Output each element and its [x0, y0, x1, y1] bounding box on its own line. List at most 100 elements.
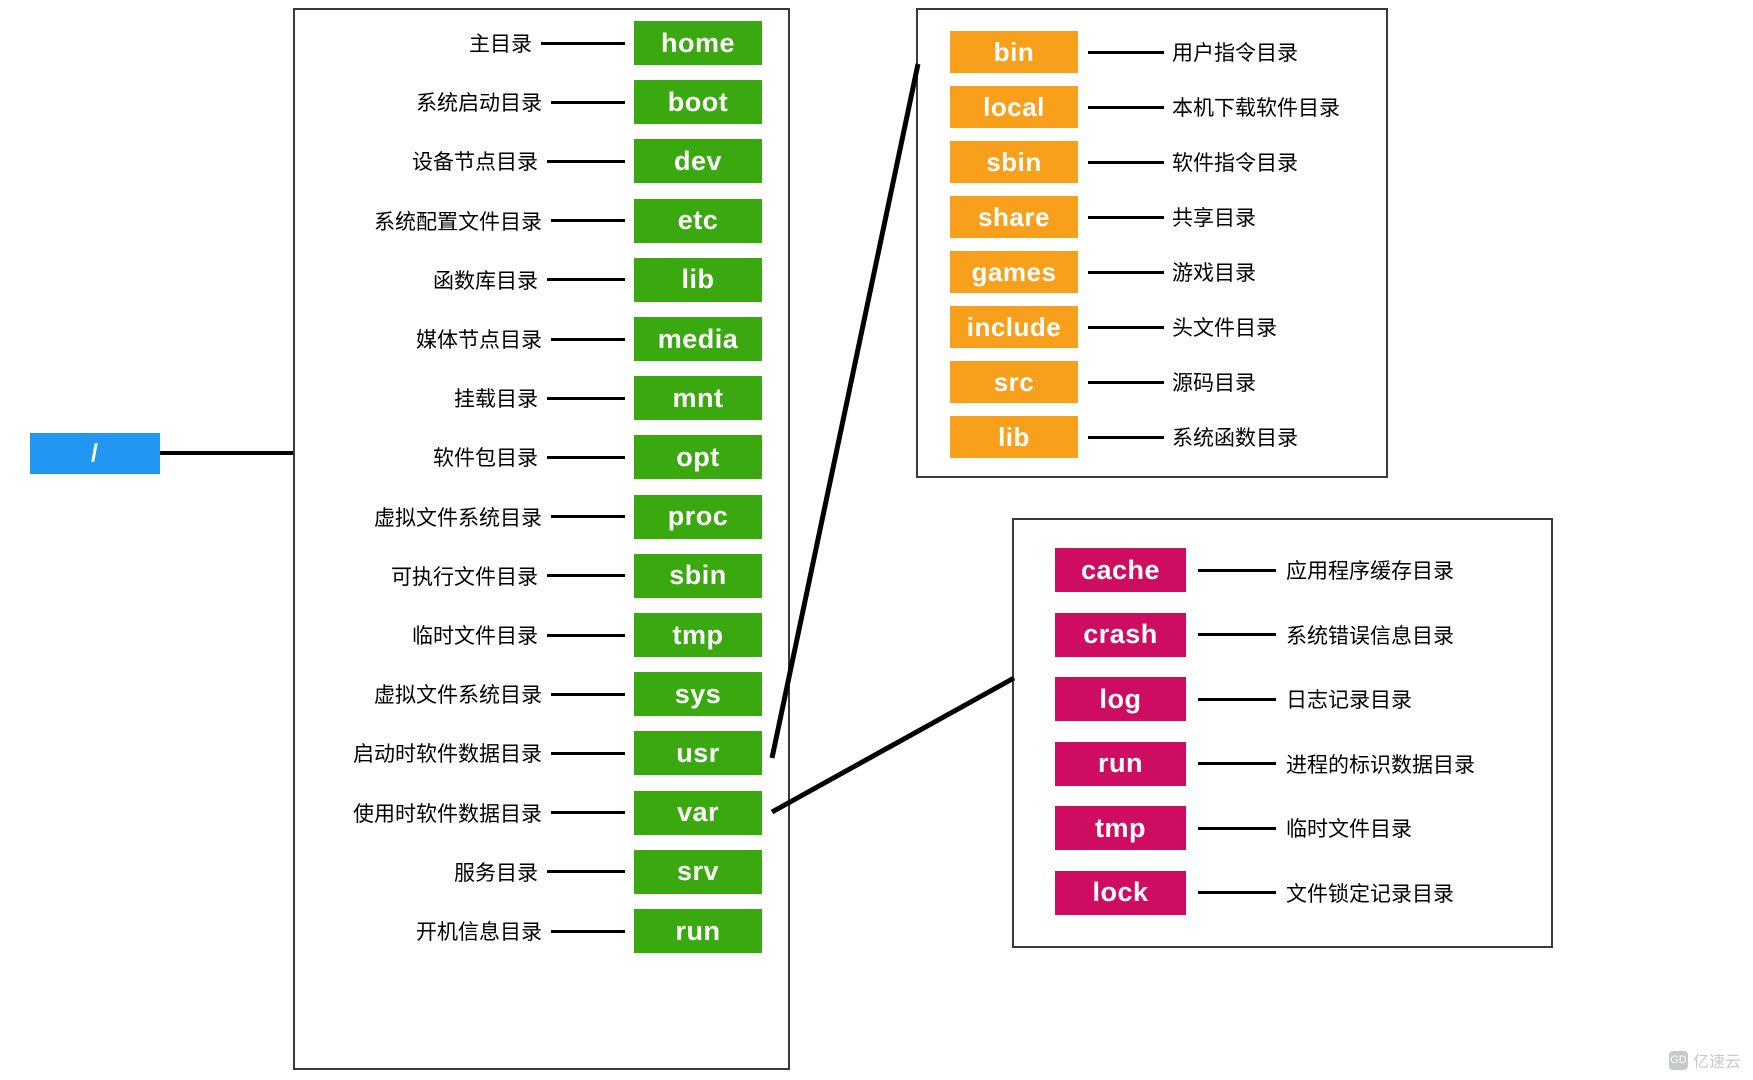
connector-dash [551, 515, 625, 519]
root-entry-description: 挂载目录 [454, 388, 538, 412]
root-entry-description: 软件包目录 [433, 447, 538, 471]
connector-dash [1198, 891, 1276, 894]
usr-entry-row[interactable]: local 本机下载软件目录 [950, 85, 1340, 129]
connector-dash [1198, 826, 1276, 830]
connector-dash [1088, 380, 1164, 384]
root-entry-description: 设备节点目录 [412, 151, 538, 175]
root-entry-row[interactable]: 使用时软件数据目录 var [295, 790, 792, 835]
usr-entry-chip[interactable]: sbin [950, 141, 1078, 183]
usr-entry-chip[interactable]: lib [950, 416, 1078, 458]
connector-dash [551, 751, 625, 755]
root-entry-chip[interactable]: boot [634, 80, 762, 125]
var-entry-chip[interactable]: cache [1055, 548, 1186, 592]
var-entry-chip[interactable]: crash [1055, 612, 1186, 657]
usr-entry-chip[interactable]: local [950, 86, 1078, 128]
usr-entry-description: 共享目录 [1172, 207, 1256, 230]
root-entry-description: 系统启动目录 [416, 92, 542, 116]
connector-dash [547, 870, 625, 874]
root-entry-chip[interactable]: var [634, 790, 762, 835]
usr-entry-row[interactable]: include 头文件目录 [950, 305, 1277, 349]
root-entry-chip[interactable]: sys [634, 672, 762, 717]
root-entry-row[interactable]: 设备节点目录 dev [295, 139, 792, 184]
root-entry-chip[interactable]: srv [634, 849, 762, 894]
root-entry-chip[interactable]: etc [634, 198, 762, 243]
var-entry-row[interactable]: run 进程的标识数据目录 [1055, 740, 1475, 788]
usr-entry-description: 头文件目录 [1172, 317, 1277, 340]
var-entry-row[interactable]: log 日志记录目录 [1055, 675, 1412, 723]
root-entry-description: 函数库目录 [433, 269, 538, 293]
connector-dash [551, 811, 625, 815]
root-entry-description: 服务目录 [454, 861, 538, 885]
usr-entry-description: 本机下载软件目录 [1172, 97, 1340, 120]
var-entry-chip[interactable]: run [1055, 741, 1186, 786]
usr-entry-row[interactable]: games 游戏目录 [950, 250, 1256, 294]
usr-entry-chip[interactable]: games [950, 251, 1078, 293]
connector-dash [1088, 160, 1164, 164]
root-entry-chip[interactable]: opt [634, 435, 762, 480]
root-entry-chip[interactable]: mnt [634, 376, 762, 421]
root-entry-row[interactable]: 可执行文件目录 sbin [295, 553, 792, 598]
connector-dash [541, 41, 625, 45]
usr-entry-row[interactable]: bin 用户指令目录 [950, 30, 1298, 74]
root-entry-description: 开机信息目录 [416, 921, 542, 944]
root-entry-row[interactable]: 挂载目录 mnt [295, 376, 792, 421]
root-entry-chip[interactable]: home [634, 21, 762, 65]
root-entry-row[interactable]: 软件包目录 opt [295, 435, 792, 480]
connector-dash [1198, 633, 1276, 636]
root-directories-panel: 主目录 home 系统启动目录 boot 设备节点目录 dev 系统配置文件目录 etc 函数库… [293, 8, 790, 1070]
usr-connector-line [769, 63, 921, 759]
root-entry-row[interactable]: 虚拟文件系统目录 proc [295, 494, 792, 539]
usr-entry-row[interactable]: lib 系统函数目录 [950, 415, 1298, 459]
usr-entry-chip[interactable]: src [950, 361, 1078, 403]
var-entry-description: 临时文件目录 [1286, 818, 1412, 841]
usr-entry-chip[interactable]: bin [950, 31, 1078, 73]
root-entry-row[interactable]: 启动时软件数据目录 usr [295, 731, 792, 776]
usr-entry-chip[interactable]: include [950, 306, 1078, 348]
root-entry-row[interactable]: 系统配置文件目录 etc [295, 198, 792, 243]
connector-dash [1198, 762, 1276, 765]
root-entry-row[interactable]: 临时文件目录 tmp [295, 613, 792, 657]
usr-entry-description: 软件指令目录 [1172, 152, 1298, 175]
var-entry-description: 文件锁定记录目录 [1286, 882, 1454, 906]
root-entry-chip[interactable]: sbin [634, 553, 762, 598]
var-entry-description: 系统错误信息目录 [1286, 624, 1454, 648]
root-entry-description: 系统配置文件目录 [374, 210, 542, 234]
connector-dash [551, 219, 625, 223]
var-entry-row[interactable]: crash 系统错误信息目录 [1055, 611, 1454, 659]
usr-entry-row[interactable]: share 共享目录 [950, 195, 1256, 239]
root-entry-chip[interactable]: dev [634, 139, 762, 184]
usr-entry-row[interactable]: sbin 软件指令目录 [950, 140, 1298, 184]
var-entry-description: 日志记录目录 [1286, 689, 1412, 712]
root-entry-row[interactable]: 虚拟文件系统目录 sys [295, 672, 792, 717]
root-entry-description: 使用时软件数据目录 [353, 802, 542, 826]
root-entry-row[interactable]: 媒体节点目录 media [295, 317, 792, 361]
root-entry-description: 主目录 [469, 33, 532, 56]
root-entry-row[interactable]: 服务目录 srv [295, 849, 792, 894]
root-entry-chip[interactable]: tmp [634, 613, 762, 657]
root-directory-node[interactable]: / [30, 433, 160, 474]
root-entry-row[interactable]: 开机信息目录 run [295, 909, 792, 953]
var-entry-chip[interactable]: lock [1055, 870, 1186, 915]
connector-dash [547, 574, 625, 578]
root-entry-chip[interactable]: lib [634, 257, 762, 302]
root-entry-chip[interactable]: media [634, 317, 762, 361]
var-entry-row[interactable]: tmp 临时文件目录 [1055, 804, 1412, 852]
root-entry-row[interactable]: 函数库目录 lib [295, 257, 792, 302]
watermark: GD 亿速云 [1668, 1048, 1741, 1072]
usr-entry-row[interactable]: src 源码目录 [950, 360, 1256, 404]
root-entry-chip[interactable]: run [634, 909, 762, 953]
var-entry-row[interactable]: cache 应用程序缓存目录 [1055, 546, 1454, 594]
root-entry-chip[interactable]: usr [634, 731, 762, 776]
usr-entry-chip[interactable]: share [950, 196, 1078, 238]
watermark-logo-icon: GD [1668, 1050, 1688, 1070]
root-entry-chip[interactable]: proc [634, 494, 762, 539]
connector-dash [551, 100, 625, 104]
root-entry-row[interactable]: 系统启动目录 boot [295, 80, 792, 125]
connector-dash [547, 159, 625, 163]
connector-dash [1088, 50, 1164, 54]
root-connector-line [160, 451, 295, 455]
var-entry-row[interactable]: lock 文件锁定记录目录 [1055, 869, 1454, 917]
var-entry-chip[interactable]: tmp [1055, 806, 1186, 850]
root-entry-row[interactable]: 主目录 home [295, 21, 792, 65]
var-entry-chip[interactable]: log [1055, 677, 1186, 721]
